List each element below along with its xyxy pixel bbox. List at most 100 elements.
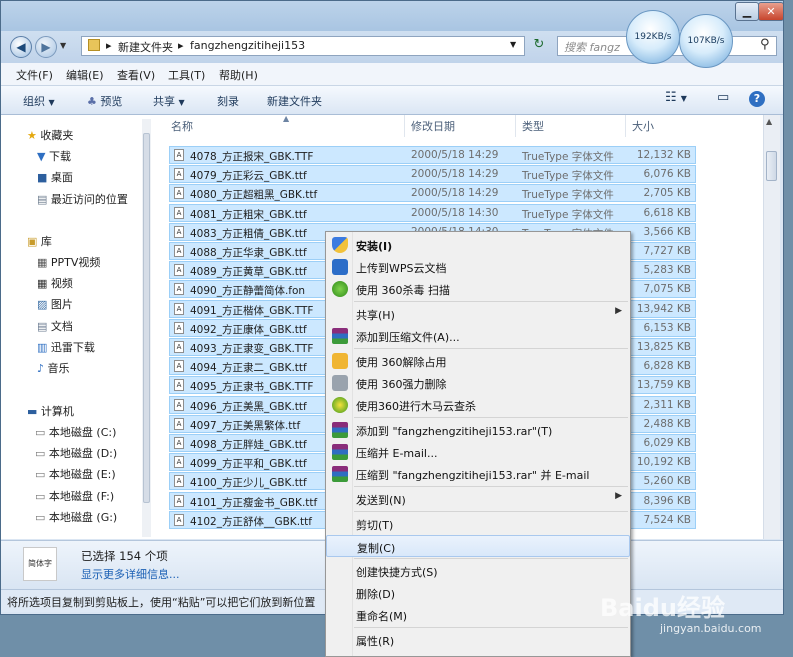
- context-menu-item-20[interactable]: 创建快捷方式(S): [326, 560, 630, 582]
- file-name: 4101_方正瘦金书_GBK.ttf: [190, 496, 318, 509]
- desktop-icon: ■: [37, 171, 48, 184]
- context-menu-item-21[interactable]: 删除(D): [326, 582, 630, 604]
- context-menu-item-1[interactable]: 上传到WPS云文档: [326, 256, 630, 278]
- nav-scrollbar[interactable]: [142, 119, 151, 537]
- nav-item-documents[interactable]: ▤ 文档: [37, 318, 73, 334]
- context-menu-item-15[interactable]: 发送到(N) ▶: [326, 488, 630, 510]
- context-menu-item-18[interactable]: 复制(C): [326, 535, 630, 557]
- context-menu-label: 创建快捷方式(S): [356, 566, 438, 579]
- menu-tools[interactable]: 工具(T): [168, 67, 205, 83]
- nav-item-music[interactable]: ♪ 音乐: [37, 360, 70, 376]
- nav-drive-f[interactable]: ▭ 本地磁盘 (F:): [35, 488, 114, 504]
- show-more-details-link[interactable]: 显示更多详细信息...: [81, 566, 180, 582]
- font-file-icon: A: [174, 321, 184, 334]
- file-name: 4097_方正美黑繁体.ttf: [190, 419, 301, 432]
- column-header-size[interactable]: 大小: [632, 118, 654, 134]
- nav-item-downloads[interactable]: ▼ 下载: [37, 148, 71, 164]
- new-folder-button[interactable]: 新建文件夹: [267, 93, 322, 109]
- nav-item-desktop[interactable]: ■ 桌面: [37, 169, 73, 185]
- scrollbar-thumb[interactable]: [766, 151, 777, 181]
- menu-separator: [354, 558, 628, 559]
- refresh-icon[interactable]: ↻: [528, 37, 550, 55]
- context-menu-item-12[interactable]: 压缩并 E-mail...: [326, 441, 630, 463]
- table-row[interactable]: A 4078_方正报宋_GBK.TTF 2000/5/18 14:29 TrueTyp…: [169, 146, 696, 164]
- address-dropdown-icon[interactable]: ▼: [510, 40, 516, 49]
- recent-pages-dropdown[interactable]: ▼: [60, 41, 66, 50]
- file-type: TrueType 字体文件: [522, 208, 614, 221]
- column-divider[interactable]: [515, 115, 516, 137]
- context-menu-item-17[interactable]: 剪切(T): [326, 513, 630, 535]
- nav-favorites[interactable]: ★ 收藏夹: [27, 127, 73, 143]
- menu-view[interactable]: 查看(V): [117, 67, 155, 83]
- column-header-type[interactable]: 类型: [522, 118, 544, 134]
- context-menu-item-5[interactable]: 添加到压缩文件(A)...: [326, 325, 630, 347]
- column-divider[interactable]: [625, 115, 626, 137]
- minimize-button[interactable]: ▁: [735, 2, 759, 21]
- nav-computer[interactable]: ▬ 计算机: [27, 403, 74, 419]
- table-row[interactable]: A 4079_方正彩云_GBK.ttf 2000/5/18 14:29 TrueTyp…: [169, 165, 696, 184]
- breadcrumb-item[interactable]: fangzhengzitiheji153: [190, 39, 305, 52]
- organize-button[interactable]: 组织 ▼: [23, 93, 55, 109]
- preview-pane-icon[interactable]: ▭: [717, 90, 729, 105]
- address-input[interactable]: ▸ 新建文件夹 ▸ fangzhengzitiheji153 ▼: [81, 36, 525, 56]
- column-header-date[interactable]: 修改日期: [411, 118, 455, 134]
- menu-file[interactable]: 文件(F): [16, 67, 53, 83]
- column-header-name[interactable]: 名称: [171, 118, 193, 134]
- nav-item-thunder[interactable]: ▥ 迅雷下载: [37, 339, 95, 355]
- nav-item-pictures[interactable]: ▨ 图片: [37, 296, 73, 312]
- file-name: 4083_方正粗倩_GBK.ttf: [190, 227, 307, 240]
- nav-libraries[interactable]: ▣ 库: [27, 233, 52, 249]
- forward-button[interactable]: ▶: [35, 36, 57, 58]
- chevron-down-icon: ▼: [48, 98, 55, 107]
- submenu-arrow-icon: ▶: [615, 491, 622, 501]
- context-menu-item-13[interactable]: 压缩到 "fangzhengzitiheji153.rar" 并 E-mail: [326, 463, 630, 485]
- context-menu-item-9[interactable]: 使用360进行木马云查杀: [326, 394, 630, 416]
- nav-item-pptv[interactable]: ▦ PPTV视频: [37, 254, 100, 270]
- menu-help[interactable]: 帮助(H): [219, 67, 258, 83]
- nav-item-videos[interactable]: ▦ 视频: [37, 275, 73, 291]
- help-icon[interactable]: ?: [749, 91, 765, 107]
- context-menu-item-0[interactable]: 安装(I): [326, 234, 630, 256]
- drive-icon: ▭: [35, 511, 46, 524]
- back-button[interactable]: ◀: [10, 36, 32, 58]
- burn-button[interactable]: 刻录: [217, 93, 239, 109]
- context-menu-item-2[interactable]: 使用 360杀毒 扫描: [326, 278, 630, 300]
- nav-drive-g[interactable]: ▭ 本地磁盘 (G:): [35, 509, 117, 525]
- scroll-up-icon[interactable]: ▲: [766, 117, 772, 126]
- menu-separator: [354, 417, 628, 418]
- context-menu-label: 压缩并 E-mail...: [356, 447, 438, 460]
- context-menu-item-4[interactable]: 共享(H) ▶: [326, 303, 630, 325]
- winrar-icon: [332, 444, 348, 460]
- column-divider[interactable]: [404, 115, 405, 137]
- thunder-download-icon: ▥: [37, 341, 48, 354]
- context-menu-item-22[interactable]: 重命名(M): [326, 604, 630, 626]
- download-speed-badge[interactable]: 107KB/s: [679, 14, 733, 68]
- folder-icon: [88, 39, 100, 51]
- upload-speed-badge[interactable]: 192KB/s: [626, 10, 680, 64]
- nav-drive-c[interactable]: ▭ 本地磁盘 (C:): [35, 424, 116, 440]
- context-menu-item-8[interactable]: 使用 360强力删除: [326, 372, 630, 394]
- context-menu-item-24[interactable]: 属性(R): [326, 629, 630, 651]
- table-row[interactable]: A 4080_方正超粗黑_GBK.ttf 2000/5/18 14:29 TrueTy…: [169, 184, 696, 203]
- search-icon[interactable]: ⚲: [760, 37, 770, 52]
- view-options-icon[interactable]: ☷ ▼: [665, 90, 687, 105]
- music-icon: ♪: [37, 362, 45, 375]
- context-menu-item-11[interactable]: 添加到 "fangzhengzitiheji153.rar"(T): [326, 419, 630, 441]
- menu-edit[interactable]: 编辑(E): [66, 67, 104, 83]
- breadcrumb-item[interactable]: 新建文件夹: [118, 39, 173, 55]
- file-date: 2000/5/18 14:29: [411, 168, 499, 181]
- nav-scrollbar-thumb[interactable]: [143, 133, 150, 503]
- search-input[interactable]: 搜索 fangz: [564, 39, 620, 55]
- file-list-scrollbar[interactable]: ▲: [763, 115, 780, 539]
- nav-drive-d[interactable]: ▭ 本地磁盘 (D:): [35, 445, 117, 461]
- close-button[interactable]: ✕: [758, 2, 783, 21]
- table-row[interactable]: A 4081_方正粗宋_GBK.ttf 2000/5/18 14:30 TrueTyp…: [169, 203, 696, 222]
- 360-trojan-scan-icon: [332, 397, 348, 413]
- file-name: 4090_方正静蕾简体.fon: [190, 285, 306, 298]
- nav-item-recent[interactable]: ▤ 最近访问的位置: [37, 191, 128, 207]
- share-button[interactable]: 共享 ▼: [153, 93, 185, 109]
- preview-button[interactable]: ♣ 预览: [87, 93, 122, 109]
- file-size: 7,727 KB: [643, 245, 692, 257]
- nav-drive-e[interactable]: ▭ 本地磁盘 (E:): [35, 466, 116, 482]
- context-menu-item-7[interactable]: 使用 360解除占用: [326, 350, 630, 372]
